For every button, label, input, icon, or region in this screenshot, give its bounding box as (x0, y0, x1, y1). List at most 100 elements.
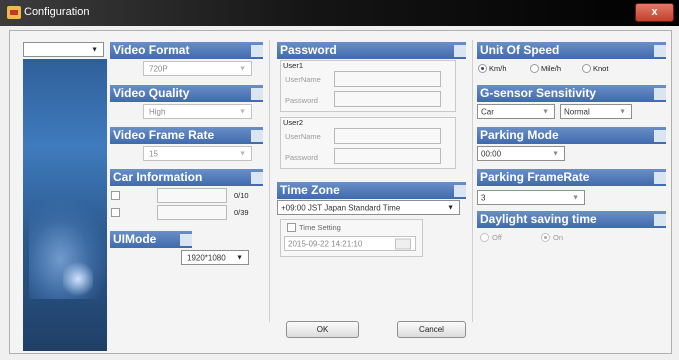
chevron-down-icon: ▼ (572, 194, 579, 201)
g-sensor-title: G-sensor Sensitivity (480, 86, 597, 100)
datetime-picker[interactable]: 2015-09-22 14:21:10 (284, 236, 416, 251)
car-info-row1-counter: 0/10 (234, 191, 249, 200)
header-cap (454, 45, 466, 57)
calendar-icon[interactable] (395, 238, 411, 249)
video-quality-value: High (149, 107, 166, 116)
car-info-row2-counter: 0/39 (234, 208, 249, 217)
chevron-down-icon: ▼ (236, 254, 243, 261)
header-cap (654, 172, 666, 184)
speed-knot-label: Knot (593, 64, 609, 73)
configuration-window: Configuration x ▼ Video Format 720P ▼ Vi… (0, 0, 679, 360)
ui-mode-select[interactable]: 1920*1080 ▼ (181, 250, 249, 265)
video-format-select[interactable]: 720P ▼ (143, 61, 252, 76)
g-sensor-level-value: Normal (564, 107, 590, 116)
header-cap (654, 214, 666, 226)
user2-password-label: Password (285, 153, 318, 162)
ui-mode-title: UIMode (113, 232, 157, 246)
daylight-off-radio[interactable] (480, 233, 489, 242)
header-cap (654, 88, 666, 100)
time-zone-header: Time Zone (277, 182, 466, 199)
window-title: Configuration (24, 6, 90, 18)
header-cap (180, 234, 192, 246)
time-zone-select[interactable]: +09:00 JST Japan Standard Time ▼ (277, 200, 460, 215)
password-header: Password (277, 42, 466, 59)
time-zone-value: +09:00 JST Japan Standard Time (281, 203, 401, 212)
header-cap (251, 172, 263, 184)
header-cap (654, 45, 666, 57)
daylight-on-radio[interactable] (541, 233, 550, 242)
car-info-row2-checkbox[interactable] (111, 208, 120, 217)
g-sensor-mode-select[interactable]: Car ▼ (477, 104, 555, 119)
parking-frame-rate-header: Parking FrameRate (477, 169, 666, 186)
sidebar-dropdown[interactable]: ▼ (23, 42, 104, 57)
header-cap (454, 185, 466, 197)
user2-username-label: UserName (285, 132, 321, 141)
car-info-row1-input[interactable] (157, 188, 227, 203)
chevron-down-icon: ▼ (447, 204, 454, 211)
parking-mode-select[interactable]: 00:00 ▼ (477, 146, 565, 161)
video-frame-rate-header: Video Frame Rate (110, 127, 263, 144)
video-quality-header: Video Quality (110, 85, 263, 102)
speed-kmh-radio[interactable] (478, 64, 487, 73)
header-cap (654, 130, 666, 142)
speed-mileh-label: Mile/h (541, 64, 562, 73)
parking-mode-header: Parking Mode (477, 127, 666, 144)
parking-frame-rate-select[interactable]: 3 ▼ (477, 190, 585, 205)
daylight-saving-title: Daylight saving time (480, 212, 597, 226)
user1-password-input[interactable] (334, 91, 441, 107)
chevron-down-icon: ▼ (239, 108, 246, 115)
user2-username-input[interactable] (334, 128, 441, 144)
user1-password-label: Password (285, 96, 318, 105)
ui-mode-header: UIMode (110, 231, 192, 248)
password-title: Password (280, 43, 337, 57)
parking-frame-rate-value: 3 (481, 193, 486, 202)
user1-label: User1 (283, 61, 304, 70)
user1-username-label: UserName (285, 75, 321, 84)
video-format-value: 720P (149, 64, 168, 73)
chevron-down-icon: ▼ (239, 65, 246, 72)
sidebar-image (23, 59, 107, 351)
car-information-header: Car Information (110, 169, 263, 186)
video-frame-rate-value: 15 (149, 149, 158, 158)
column-divider (472, 40, 473, 322)
car-info-row1-checkbox[interactable] (111, 191, 120, 200)
g-sensor-mode-value: Car (481, 107, 494, 116)
chevron-down-icon: ▼ (239, 150, 246, 157)
chevron-down-icon: ▼ (552, 150, 559, 157)
video-quality-title: Video Quality (113, 86, 190, 100)
daylight-saving-header: Daylight saving time (477, 211, 666, 228)
daylight-on-label: On (553, 233, 564, 242)
cancel-button[interactable]: Cancel (397, 321, 466, 338)
time-zone-title: Time Zone (280, 183, 340, 197)
speed-mileh-radio[interactable] (530, 64, 539, 73)
user1-username-input[interactable] (334, 71, 441, 87)
chevron-down-icon: ▼ (619, 108, 626, 115)
chevron-down-icon: ▼ (542, 108, 549, 115)
time-setting-checkbox[interactable] (287, 223, 296, 232)
ok-button[interactable]: OK (286, 321, 359, 338)
header-cap (251, 45, 263, 57)
parking-frame-rate-title: Parking FrameRate (480, 170, 590, 184)
video-format-header: Video Format (110, 42, 263, 59)
title-bar[interactable]: Configuration x (0, 0, 679, 26)
video-frame-rate-select[interactable]: 15 ▼ (143, 146, 252, 161)
speed-knot-radio[interactable] (582, 64, 591, 73)
unit-of-speed-title: Unit Of Speed (480, 43, 560, 57)
header-cap (251, 130, 263, 142)
car-information-title: Car Information (113, 170, 203, 184)
headlight-glow (63, 259, 93, 299)
user2-password-input[interactable] (334, 148, 441, 164)
datetime-value: 2015-09-22 14:21:10 (288, 239, 363, 248)
video-format-title: Video Format (113, 43, 190, 57)
speed-kmh-label: Km/h (489, 64, 507, 73)
g-sensor-level-select[interactable]: Normal ▼ (560, 104, 632, 119)
column-divider (269, 40, 270, 322)
parking-mode-value: 00:00 (481, 149, 502, 158)
video-quality-select[interactable]: High ▼ (143, 104, 252, 119)
parking-mode-title: Parking Mode (480, 128, 559, 142)
car-info-row2-input[interactable] (157, 205, 227, 220)
g-sensor-header: G-sensor Sensitivity (477, 85, 666, 102)
configuration-app-icon (7, 6, 21, 19)
close-button[interactable]: x (635, 3, 674, 22)
unit-of-speed-header: Unit Of Speed (477, 42, 666, 59)
